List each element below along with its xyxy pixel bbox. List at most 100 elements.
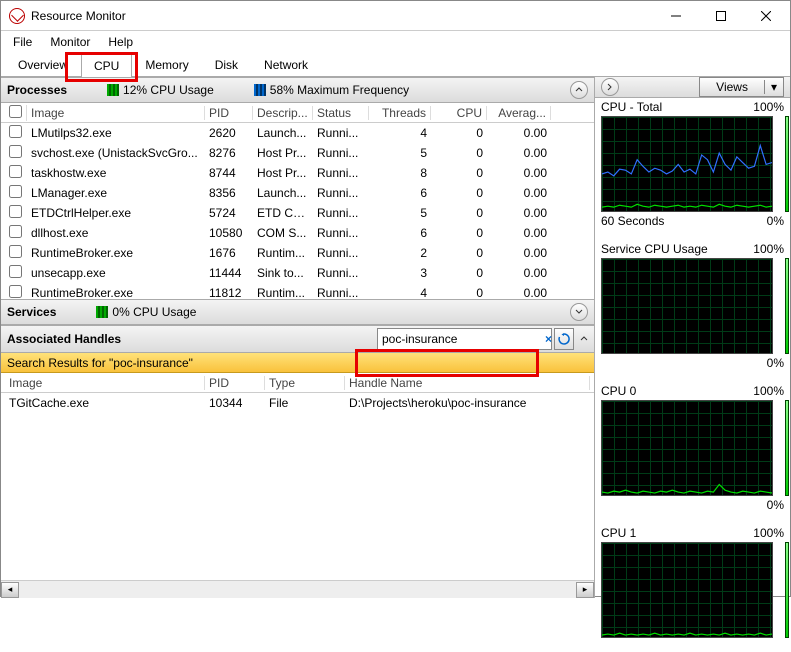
maximize-button[interactable] (698, 2, 743, 30)
handles-search-input[interactable] (378, 332, 541, 346)
table-row[interactable]: unsecapp.exe 11444 Sink to... Runni... 3… (1, 263, 594, 283)
processes-title: Processes (7, 83, 67, 97)
table-row[interactable]: svchost.exe (UnistackSvcGro... 8276 Host… (1, 143, 594, 163)
table-row[interactable]: TGitCache.exe 10344 File D:\Projects\her… (1, 393, 594, 413)
hcol-pid[interactable]: PID (205, 376, 265, 390)
row-checkbox[interactable] (9, 205, 22, 218)
chart-max-label: 100% (753, 100, 784, 114)
chart-canvas (601, 116, 773, 212)
chart-title: CPU 1 (601, 526, 636, 540)
hcol-handle-name[interactable]: Handle Name (345, 376, 590, 390)
tab-overview[interactable]: Overview (5, 53, 81, 76)
col-pid[interactable]: PID (205, 106, 253, 120)
col-image[interactable]: Image (27, 106, 205, 120)
max-freq-icon (254, 84, 266, 96)
chart-canvas (601, 400, 773, 496)
hcol-type[interactable]: Type (265, 376, 345, 390)
chart-min-label: 0% (767, 214, 784, 228)
chart-level-bar (785, 400, 789, 496)
expand-services-button[interactable] (570, 303, 588, 321)
table-row[interactable]: taskhostw.exe 8744 Host Pr... Runni... 8… (1, 163, 594, 183)
cpu-usage-indicator: 12% CPU Usage (107, 83, 214, 97)
row-checkbox[interactable] (9, 185, 22, 198)
tab-memory[interactable]: Memory (132, 53, 201, 76)
minimize-button[interactable] (653, 2, 698, 30)
collapse-handles-button[interactable] (580, 332, 588, 346)
hcol-image[interactable]: Image (5, 376, 205, 390)
chart-level-bar (785, 258, 789, 354)
chart-title: Service CPU Usage (601, 242, 708, 256)
col-status[interactable]: Status (313, 106, 369, 120)
services-cpu-indicator: 0% CPU Usage (96, 305, 196, 319)
chart-level-bar (785, 116, 789, 212)
tab-network[interactable]: Network (251, 53, 321, 76)
chart-max-label: 100% (753, 384, 784, 398)
col-cpu[interactable]: CPU (431, 106, 487, 120)
handles-search-box: × (377, 328, 552, 350)
tab-disk[interactable]: Disk (202, 53, 251, 76)
views-label: Views (700, 80, 765, 94)
chart-canvas (601, 542, 773, 638)
row-checkbox[interactable] (9, 265, 22, 278)
scroll-left-button[interactable]: ◂ (1, 582, 19, 598)
chart-block: CPU - Total 100% 60 Seconds 0% (595, 98, 790, 240)
services-header[interactable]: Services 0% CPU Usage (1, 299, 594, 325)
processes-body: LMutilps32.exe 2620 Launch... Runni... 4… (1, 123, 594, 299)
chart-min-label: 0% (767, 356, 784, 370)
search-results-label: Search Results for "poc-insurance" (7, 356, 193, 370)
chart-xlabel: 60 Seconds (601, 214, 664, 228)
row-checkbox[interactable] (9, 165, 22, 178)
collapse-processes-button[interactable] (570, 81, 588, 99)
table-row[interactable]: LMutilps32.exe 2620 Launch... Runni... 4… (1, 123, 594, 143)
handles-body: TGitCache.exe 10344 File D:\Projects\her… (1, 393, 594, 413)
search-results-bar: Search Results for "poc-insurance" (1, 353, 594, 373)
tab-cpu[interactable]: CPU (81, 54, 132, 77)
refresh-icon (558, 333, 570, 345)
tabbar: Overview CPU Memory Disk Network (1, 53, 790, 77)
chart-max-label: 100% (753, 526, 784, 540)
select-all-checkbox[interactable] (9, 105, 22, 118)
menu-help[interactable]: Help (100, 33, 141, 51)
menu-file[interactable]: File (5, 33, 40, 51)
col-threads[interactable]: Threads (369, 106, 431, 120)
collapse-charts-button[interactable] (601, 78, 619, 96)
cpu-usage-icon (107, 84, 119, 96)
processes-columns: Image PID Descrip... Status Threads CPU … (1, 103, 594, 123)
chart-title: CPU - Total (601, 100, 662, 114)
menu-monitor[interactable]: Monitor (42, 33, 98, 51)
col-average[interactable]: Averag... (487, 106, 551, 120)
row-checkbox[interactable] (9, 145, 22, 158)
table-row[interactable]: LManager.exe 8356 Launch... Runni... 6 0… (1, 183, 594, 203)
charts-header: Views ▾ (595, 77, 790, 98)
chart-block: CPU 0100% 0% (595, 382, 790, 524)
row-checkbox[interactable] (9, 225, 22, 238)
views-dropdown[interactable]: Views ▾ (699, 77, 784, 97)
row-checkbox[interactable] (9, 125, 22, 138)
chart-block: Service CPU Usage100% 0% (595, 240, 790, 382)
horizontal-scrollbar[interactable]: ◂ ▸ (1, 580, 594, 598)
table-row[interactable]: dllhost.exe 10580 COM S... Runni... 6 0 … (1, 223, 594, 243)
handles-columns: Image PID Type Handle Name (1, 373, 594, 393)
max-freq-indicator: 58% Maximum Frequency (254, 83, 409, 97)
app-icon (9, 8, 25, 24)
menubar: File Monitor Help (1, 31, 790, 53)
charts-container: CPU - Total100% 60 Seconds0%Service CPU … (595, 98, 790, 652)
table-row[interactable]: ETDCtrlHelper.exe 5724 ETD Co... Runni..… (1, 203, 594, 223)
row-checkbox[interactable] (9, 245, 22, 258)
chart-block: CPU 1 100% (595, 524, 790, 652)
table-row[interactable]: RuntimeBroker.exe 1676 Runtim... Runni..… (1, 243, 594, 263)
handles-title: Associated Handles (7, 332, 121, 346)
close-button[interactable] (743, 2, 788, 30)
col-description[interactable]: Descrip... (253, 106, 313, 120)
services-cpu-icon (96, 306, 108, 318)
row-checkbox[interactable] (9, 285, 22, 298)
scroll-right-button[interactable]: ▸ (576, 582, 594, 598)
chart-canvas (601, 258, 773, 354)
processes-header[interactable]: Processes 12% CPU Usage 58% Maximum Freq… (1, 77, 594, 103)
chevron-down-icon: ▾ (765, 80, 783, 94)
chart-title: CPU 0 (601, 384, 636, 398)
refresh-search-button[interactable] (554, 328, 574, 350)
chart-level-bar (785, 542, 789, 638)
table-row[interactable]: RuntimeBroker.exe 11812 Runtim... Runni.… (1, 283, 594, 299)
handles-header: Associated Handles × (1, 325, 594, 353)
